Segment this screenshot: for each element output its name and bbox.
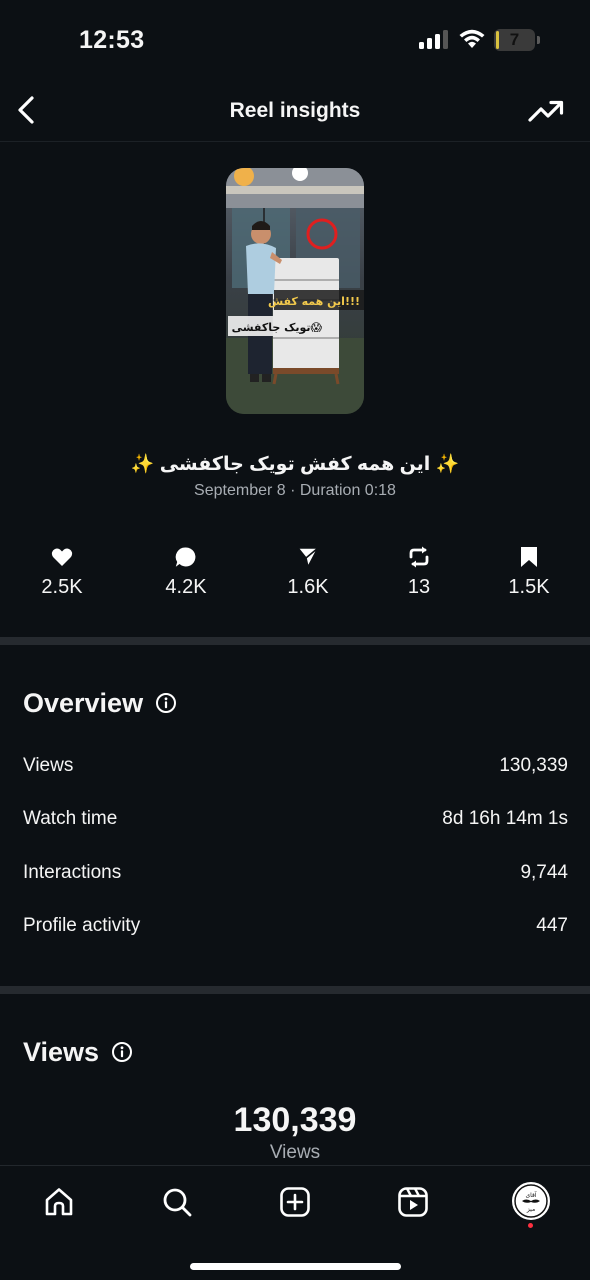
overview-row-views[interactable]: Views 130,339 — [23, 755, 568, 785]
repost-icon — [409, 546, 429, 568]
bookmark-icon — [521, 547, 537, 567]
reel-meta: September 8 · Duration 0:18 — [194, 482, 396, 499]
row-value: 130,339 — [499, 755, 568, 776]
header: Reel insights — [0, 82, 590, 142]
status-bar: 12:53 7 — [0, 0, 590, 80]
row-label: Profile activity — [23, 915, 141, 936]
create-icon — [280, 1187, 310, 1217]
reel-overlay-text-2: تویک جاکفشی😱 — [232, 321, 323, 334]
avatar-text-bottom: میز — [526, 1206, 535, 1213]
overview-row-watch-time[interactable]: Watch time 8d 16h 14m 1s — [23, 808, 568, 838]
comment-icon — [175, 547, 196, 567]
battery-icon: 7 — [494, 29, 540, 51]
profile-avatar[interactable]: آقای میز — [512, 1182, 550, 1220]
row-label: Interactions — [23, 862, 122, 883]
views-total-label: Views — [269, 1142, 321, 1163]
views-total: 130,339 — [233, 1101, 357, 1139]
avatar-text-top: آقای — [525, 1190, 536, 1199]
overview-row-profile-activity[interactable]: Profile activity 447 — [23, 915, 568, 945]
stat-value: 2.5K — [41, 576, 83, 598]
reel-overlay-text-1: این همه کفش!!! — [268, 295, 360, 308]
status-time: 12:53 — [79, 26, 145, 54]
stat-value: 13 — [407, 576, 431, 598]
heart-icon — [51, 548, 73, 566]
stat-reposts: 13 — [374, 545, 464, 599]
info-icon[interactable] — [155, 692, 177, 714]
nav-home[interactable] — [39, 1182, 79, 1222]
cellular-signal-icon — [419, 30, 448, 49]
nav-reels[interactable] — [393, 1182, 433, 1222]
home-icon — [45, 1188, 73, 1216]
stat-shares: 1.6K — [263, 545, 353, 599]
reel-thumbnail[interactable]: این همه کفش!!! تویک جاکفشی😱 — [226, 168, 364, 414]
section-divider — [0, 637, 590, 645]
info-icon[interactable] — [111, 1041, 133, 1063]
nav-search[interactable] — [157, 1182, 197, 1222]
row-label: Views — [23, 755, 74, 776]
section-divider — [0, 986, 590, 994]
share-icon — [297, 547, 319, 568]
battery-level: 7 — [509, 30, 520, 49]
overview-row-interactions[interactable]: Interactions 9,744 — [23, 862, 568, 892]
stat-saves: 1.5K — [484, 545, 574, 599]
row-label: Watch time — [23, 808, 118, 829]
engagement-stats: 2.5K 4.2K 1.6K 13 1.5K — [0, 545, 590, 605]
row-value: 447 — [536, 915, 568, 936]
reel-caption: ✨ این همه کفش تویک جاکفشی ✨ — [130, 454, 460, 475]
stat-value: 1.6K — [287, 576, 329, 598]
stat-likes: 2.5K — [17, 545, 107, 599]
nav-create[interactable] — [275, 1182, 315, 1222]
wifi-icon — [459, 29, 485, 48]
notification-dot — [528, 1223, 533, 1228]
views-section-title: Views — [23, 1037, 100, 1067]
stat-value: 4.2K — [165, 576, 207, 598]
stat-value: 1.5K — [508, 576, 550, 598]
stat-comments: 4.2K — [141, 545, 231, 599]
search-icon — [163, 1188, 192, 1217]
page-title: Reel insights — [229, 99, 361, 122]
bottom-nav: آقای میز — [0, 1165, 590, 1280]
trending-up-icon[interactable] — [527, 94, 565, 128]
overview-title: Overview — [23, 688, 144, 718]
home-indicator — [190, 1263, 401, 1270]
reels-icon — [398, 1187, 428, 1217]
row-value: 8d 16h 14m 1s — [442, 808, 568, 829]
row-value: 9,744 — [520, 862, 568, 883]
